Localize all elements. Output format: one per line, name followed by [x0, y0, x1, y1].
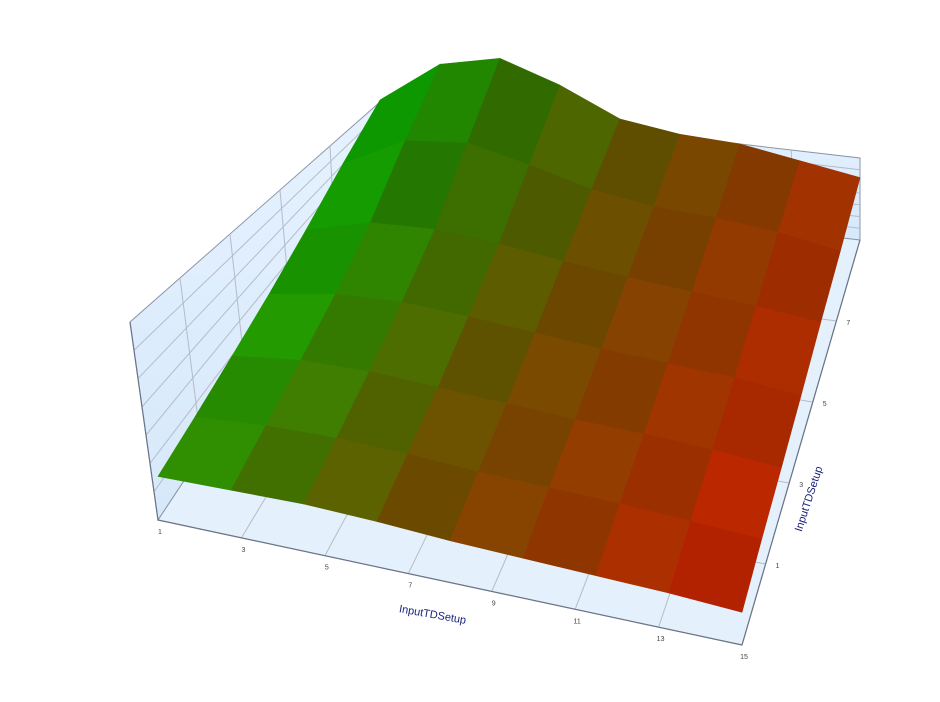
y-axis-title: InputTDSetup: [793, 465, 825, 533]
x-tick-label: 1: [158, 529, 162, 536]
x-tick-label: 11: [574, 618, 581, 625]
chart-canvas: InputTDSetup InputTDSetup 13579111315135…: [129, 57, 861, 661]
surface-chart: InputTDSetup InputTDSetup 1 3 5 7 9 11 13 15 1 3 5…: [0, 0, 940, 697]
y-tick-label: 1: [776, 563, 780, 570]
y-tick-label: 5: [823, 401, 827, 408]
y-tick-label: 3: [799, 482, 803, 489]
x-tick-label: 9: [492, 600, 496, 607]
x-tick-label: 3: [241, 547, 245, 554]
x-tick-label: 5: [325, 565, 329, 572]
x-axis-title: InputTDSetup: [398, 603, 467, 627]
x-tick-label: 15: [740, 654, 748, 661]
y-tick-label: 7: [846, 320, 850, 327]
x-tick-label: 13: [657, 636, 665, 643]
x-tick-label: 7: [408, 583, 412, 590]
